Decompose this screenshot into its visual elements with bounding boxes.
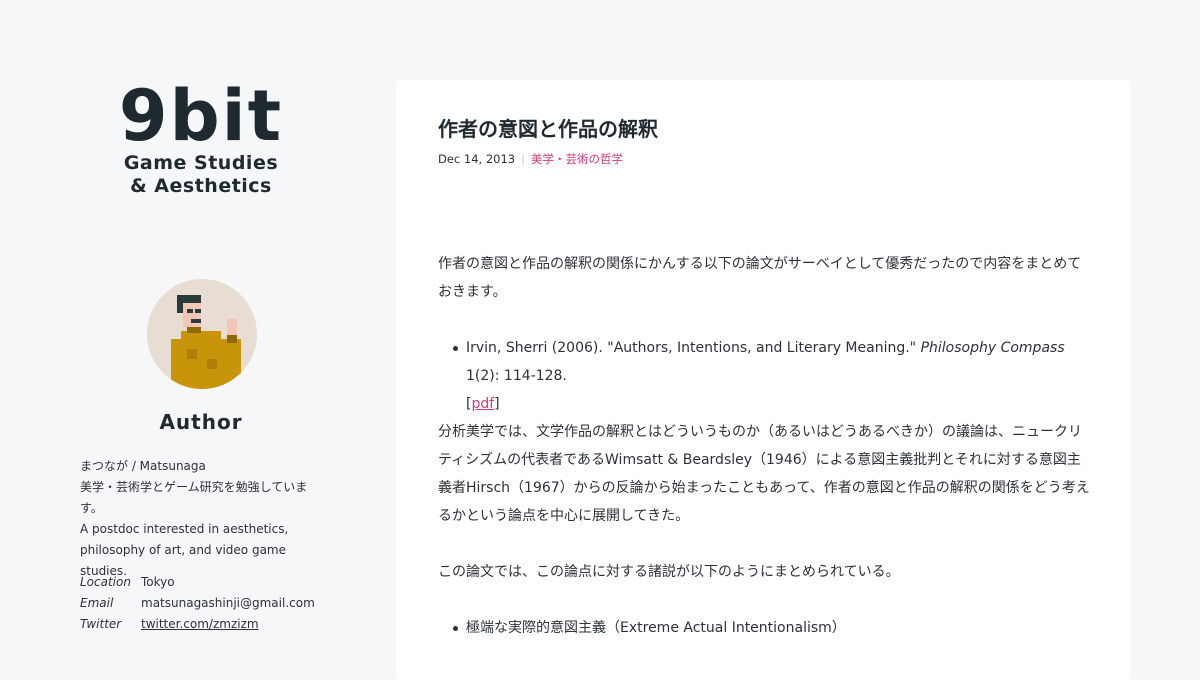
paragraph-background: 分析美学では、文学作品の解釈とはどういうものか（あるいはどうあるべきか）の議論は… (438, 424, 1090, 524)
email-value: matsunagashinji@gmail.com (141, 596, 315, 610)
position-list: 極端な実際的意図主義（Extreme Actual Intentionalism… (438, 614, 1090, 642)
post-title: 作者の意図と作品の解釈 (438, 117, 658, 141)
meta-key: Twitter (80, 617, 122, 631)
paragraph-summary: この論文では、この論点に対する諸説が以下のようにまとめられている。 (438, 564, 900, 580)
avatar (147, 279, 257, 389)
bracket-close: ] (494, 396, 500, 412)
reference-list: Irvin, Sherri (2006). "Authors, Intentio… (438, 334, 1090, 418)
meta-row-location: Location Tokyo (80, 572, 322, 593)
post-date: Dec 14, 2013 (438, 152, 516, 166)
meta-key: Location (80, 575, 131, 589)
position-item: 極端な実際的意図主義（Extreme Actual Intentionalism… (438, 614, 1090, 642)
paragraph-intro: 作者の意図と作品の解釈の関係にかんする以下の論文がサーベイとして優秀だったので内… (438, 256, 1082, 300)
sidebar: 9bit Game Studies & Aesthetics Author まつ… (80, 80, 322, 631)
twitter-link[interactable]: twitter.com/zmzizm (141, 614, 322, 635)
reference-citation: Irvin, Sherri (2006). "Authors, Intentio… (466, 340, 921, 356)
logo-line-2: & Aesthetics (130, 175, 272, 197)
meta-row-email: Email matsunagashinji@gmail.com (80, 593, 322, 614)
pixel-avatar-icon (171, 295, 241, 389)
bio-japanese: 美学・芸術学とゲーム研究を勉強しています。 (80, 480, 308, 515)
bio-name: まつなが / Matsunaga (80, 459, 206, 473)
meta-key: Email (80, 596, 114, 610)
meta-row-twitter: Twitter twitter.com/zmzizm (80, 614, 322, 635)
post-meta: Dec 14, 2013 | 美学・芸術の哲学 (438, 151, 623, 167)
author-meta-table: Location Tokyo Email matsunagashinji@gma… (80, 572, 322, 635)
reference-item: Irvin, Sherri (2006). "Authors, Intentio… (438, 334, 1090, 418)
post-category-link[interactable]: 美学・芸術の哲学 (531, 151, 623, 167)
reference-volume: 1(2): 114-128. (466, 368, 567, 384)
site-logo[interactable]: 9bit Game Studies & Aesthetics (80, 80, 322, 198)
reference-journal: Philosophy Compass (920, 340, 1065, 356)
pdf-link[interactable]: pdf (471, 396, 494, 412)
logo-mark: 9bit (118, 75, 284, 157)
meta-divider: | (521, 152, 525, 166)
meta-value: Tokyo (141, 575, 175, 589)
post-card: 作者の意図と作品の解釈 Dec 14, 2013 | 美学・芸術の哲学 作者の意… (396, 80, 1130, 680)
author-heading: Author (159, 410, 243, 434)
author-bio: まつなが / Matsunaga 美学・芸術学とゲーム研究を勉強しています。 A… (80, 456, 322, 582)
logo-line-1: Game Studies (123, 152, 279, 174)
